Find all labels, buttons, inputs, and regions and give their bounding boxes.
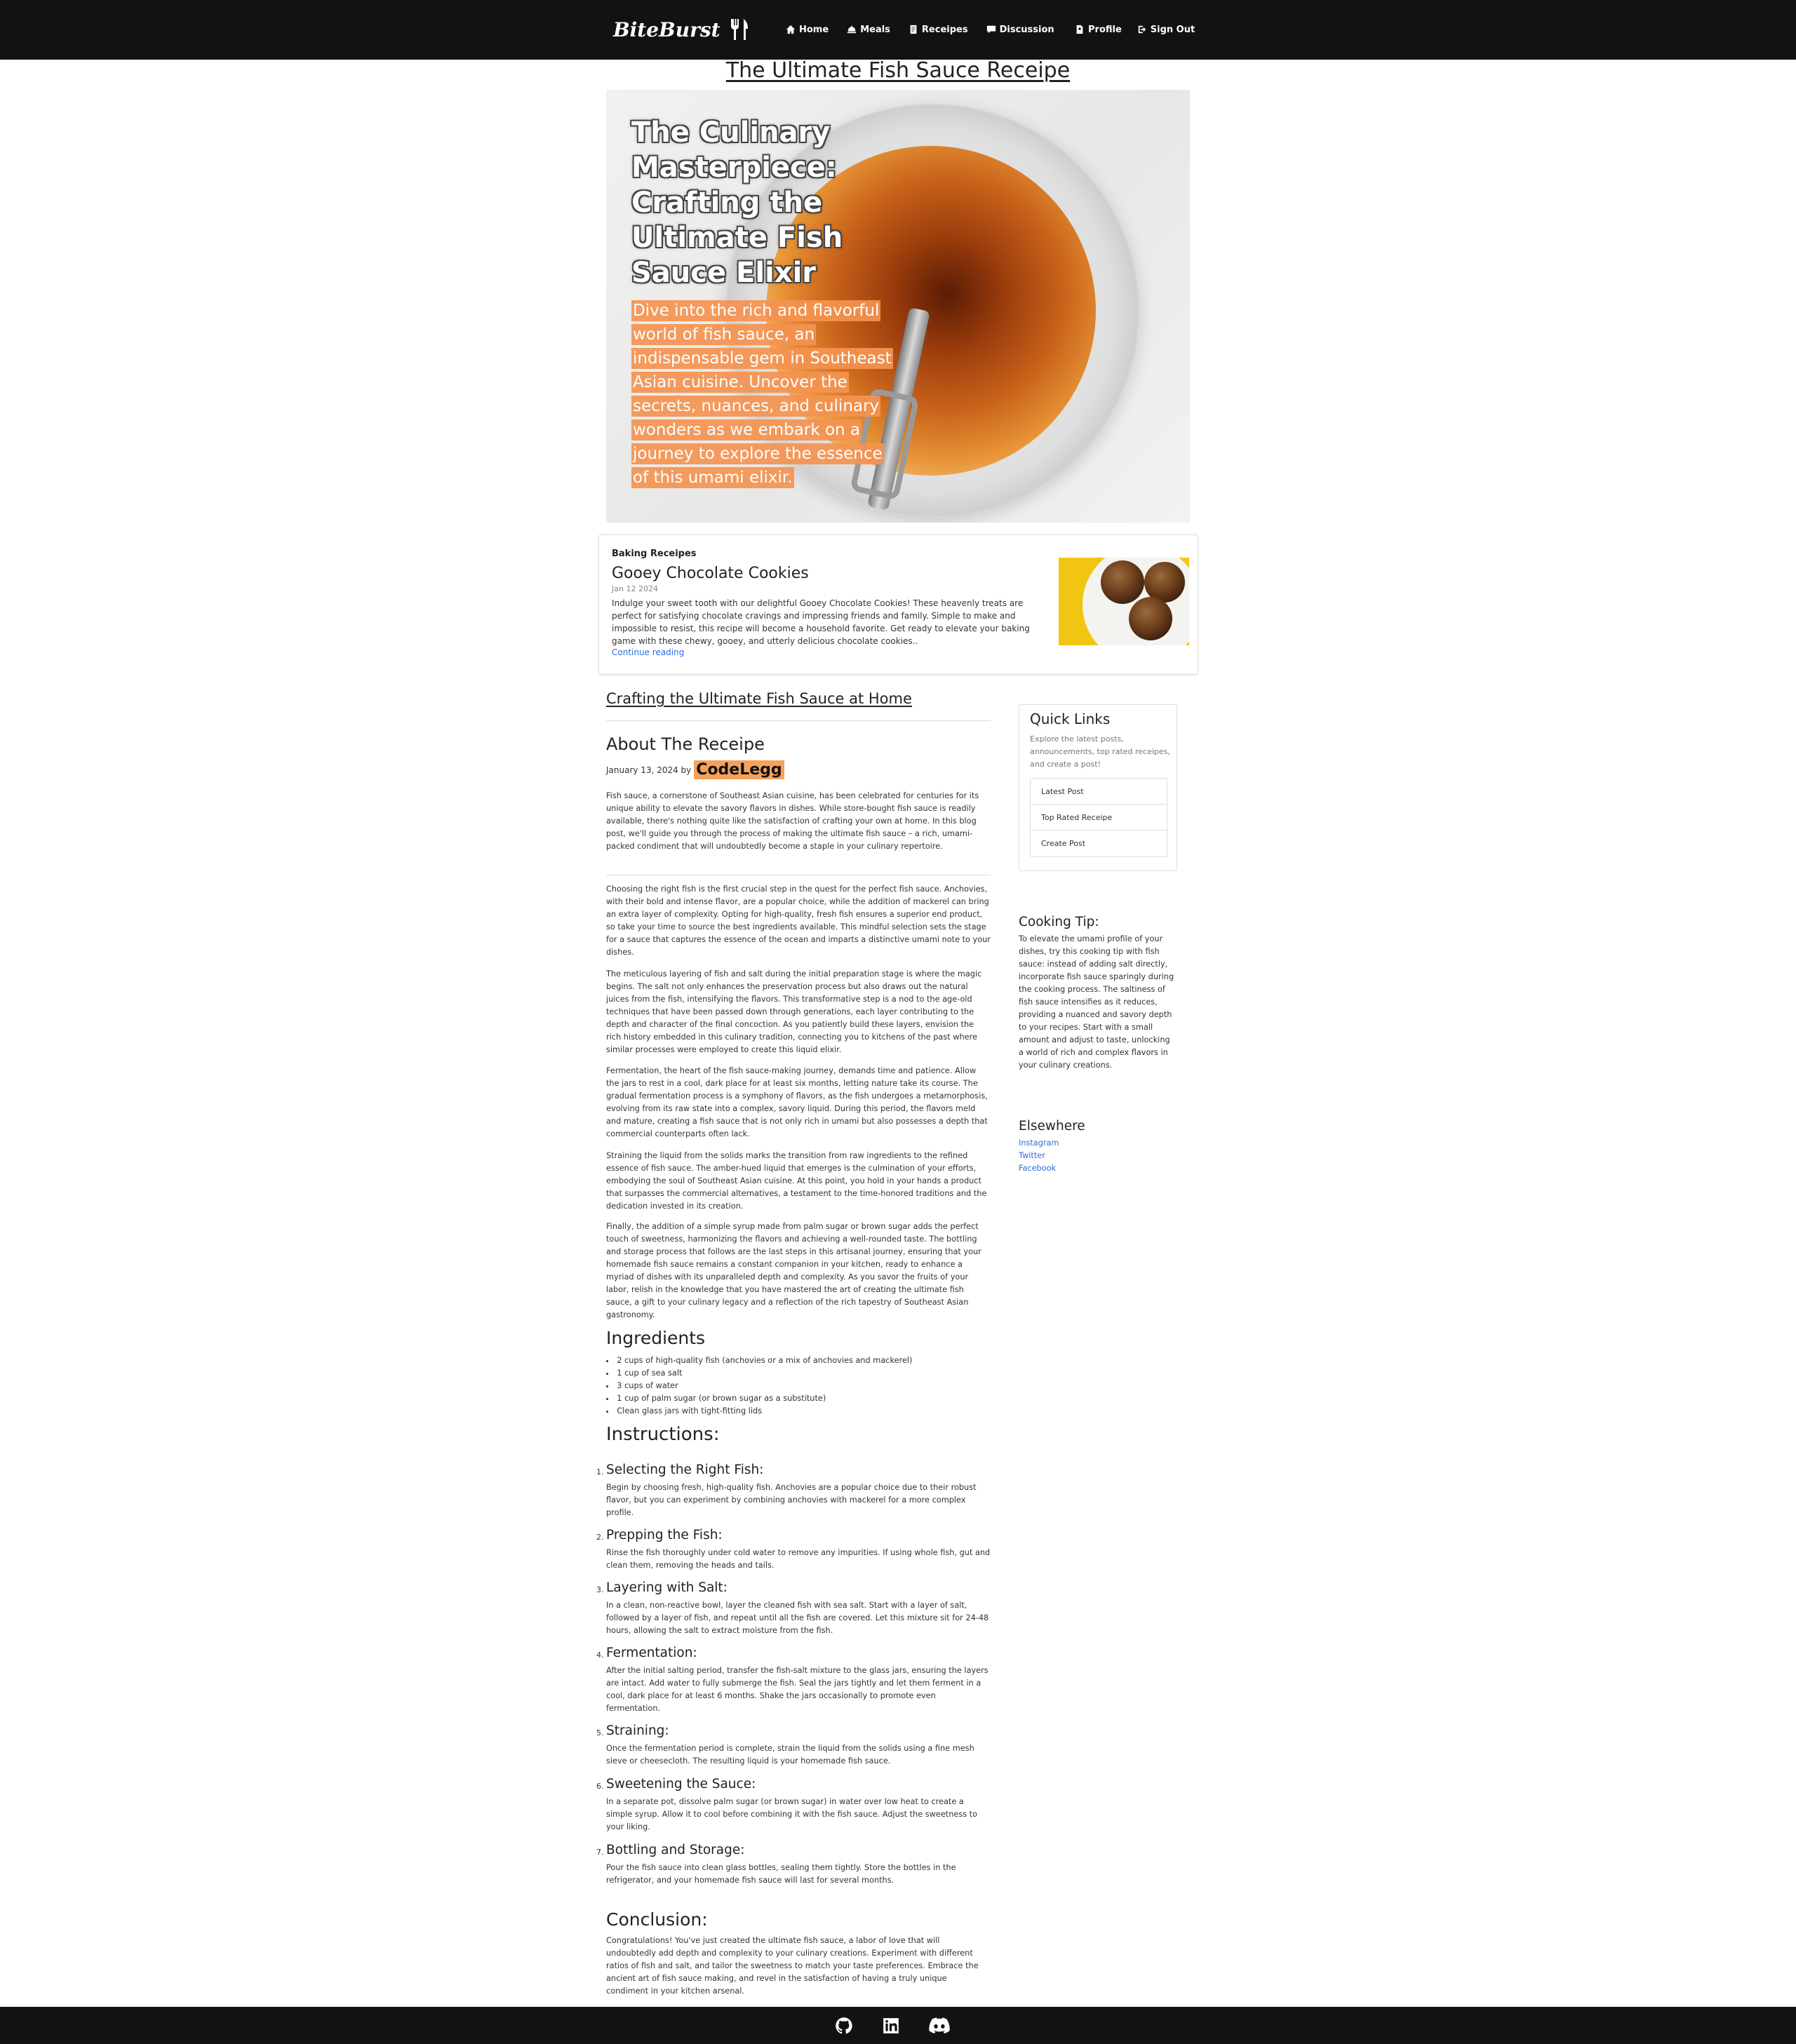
profile-icon [1076,25,1083,34]
step-title: Straining: [606,1723,669,1738]
linkedin-icon[interactable] [882,2017,900,2035]
brand-logo[interactable]: BiteBurst [613,13,750,46]
featured-excerpt: Indulge your sweet tooth with our deligh… [612,598,1030,646]
quick-links-panel: Quick Links Explore the latest posts, an… [1019,704,1177,871]
home-icon [786,25,796,34]
byline: January 13, 2024 by CodeLegg [606,760,784,779]
ingredient-item: 1 cup of sea salt [606,1367,912,1380]
step-number: 7. [596,1848,604,1857]
cooking-tip-heading: Cooking Tip: [1019,915,1099,929]
nav-discussion[interactable]: Discussion [986,21,1054,38]
quick-link-top-rated[interactable]: Top Rated Receipe [1031,805,1167,831]
page-title: The Ultimate Fish Sauce Receipe [725,58,1071,83]
about-heading: About The Receipe [606,734,765,754]
body-paragraph: Straining the liquid from the solids mar… [606,1151,987,1211]
step-text: Pour the fish sauce into clean glass bot… [606,1863,956,1885]
quick-links-description: Explore the latest posts, announcements,… [1030,734,1170,769]
instagram-link[interactable]: Instagram [1019,1138,1059,1148]
quick-links-list: Latest Post Top Rated Receipe Create Pos… [1030,778,1167,857]
intro-paragraph: Fish sauce, a cornerstone of Southeast A… [606,791,979,851]
conclusion-paragraph: Congratulations! You've just created the… [606,1936,979,1996]
featured-category: Baking Receipes [612,549,697,559]
step-title: Fermentation: [606,1646,697,1660]
step-title: Prepping the Fish: [606,1528,723,1542]
ingredient-item: Clean glass jars with tight-fitting lids [606,1405,912,1418]
nav-meals-label: Meals [860,24,890,35]
post-subtitle: Crafting the Ultimate Fish Sauce at Home [606,690,912,707]
elsewhere-heading: Elsewhere [1019,1119,1085,1134]
instructions-heading: Instructions: [606,1424,720,1445]
hero-description-text: Dive into the rich and flavorful world o… [631,300,893,488]
facebook-link[interactable]: Facebook [1019,1164,1056,1173]
ingredients-list: 2 cups of high-quality fish (anchovies o… [606,1354,912,1418]
github-icon[interactable] [835,2017,853,2035]
nav-receipes-label: Receipes [921,24,968,35]
nav-home[interactable]: Home [786,21,829,38]
discord-icon[interactable] [929,2017,950,2035]
step-title: Layering with Salt: [606,1580,728,1595]
nav-discussion-label: Discussion [999,24,1054,35]
step-text: Rinse the fish thoroughly under cold wat… [606,1548,991,1570]
quick-link-latest-post[interactable]: Latest Post [1031,779,1167,805]
meals-icon [847,25,857,34]
post-date: January 13, 2024 by [606,765,692,775]
step-text: Once the fermentation period is complete… [606,1744,974,1766]
divider [606,720,991,721]
author-name: CodeLegg [694,760,784,779]
cooking-tip-text: To elevate the umami profile of your dis… [1019,934,1174,1070]
footer [0,2007,1796,2044]
step-text: In a clean, non-reactive bowl, layer the… [606,1601,989,1635]
ingredient-item: 3 cups of water [606,1380,912,1392]
step-number: 3. [596,1585,604,1594]
step-title: Bottling and Storage: [606,1843,745,1857]
continue-reading-link[interactable]: Continue reading [612,647,684,657]
hero-title: The Culinary Masterpiece: Crafting the U… [631,116,843,289]
twitter-link[interactable]: Twitter [1019,1151,1045,1160]
ingredient-item: 1 cup of palm sugar (or brown sugar as a… [606,1392,912,1405]
sign-out-icon [1138,25,1146,34]
step-title: Selecting the Right Fish: [606,1463,764,1477]
featured-date: Jan 12 2024 [612,584,658,593]
nav-profile[interactable]: Profile [1075,21,1122,38]
step-text: Begin by choosing fresh, high-quality fi… [606,1483,977,1517]
featured-post-card: Baking Receipes Gooey Chocolate Cookies … [598,534,1198,675]
step-number: 2. [596,1533,604,1542]
discussion-icon [986,25,996,34]
receipes-icon [910,25,917,34]
body-paragraph: Finally, the addition of a simple syrup … [606,1222,981,1319]
brand-name: BiteBurst [613,18,721,41]
nav-sign-out[interactable]: Sign Out [1137,21,1195,38]
step-number: 6. [596,1782,604,1791]
body-paragraph: Choosing the right fish is the first cru… [606,885,991,957]
conclusion-heading: Conclusion: [606,1909,708,1930]
nav-home-label: Home [799,24,829,35]
navbar: BiteBurst Home Meals Receipes Discussion… [0,0,1796,60]
step-title: Sweetening the Sauce: [606,1777,756,1791]
step-number: 1. [596,1467,604,1477]
ingredient-item: 2 cups of high-quality fish (anchovies o… [606,1354,912,1367]
body-paragraph: The meticulous layering of fish and salt… [606,969,982,1054]
hero-banner: The Culinary Masterpiece: Crafting the U… [606,90,1190,523]
cookie-shape [1101,560,1144,604]
hero-description: Dive into the rich and flavorful world o… [631,299,898,490]
step-text: In a separate pot, dissolve palm sugar (… [606,1797,978,1831]
nav-sign-out-label: Sign Out [1150,24,1195,35]
quick-links-title: Quick Links [1030,711,1111,727]
quick-link-create-post[interactable]: Create Post [1031,831,1167,856]
body-paragraph: Fermentation, the heart of the fish sauc… [606,1066,988,1138]
step-number: 5. [596,1728,604,1737]
featured-title: Gooey Chocolate Cookies [612,565,809,582]
cookies-image [1059,558,1189,645]
nav-receipes[interactable]: Receipes [909,21,968,38]
step-text: After the initial salting period, transf… [606,1666,989,1713]
nav-profile-label: Profile [1088,24,1122,35]
cookie-shape [1129,597,1172,640]
fork-knife-icon [730,19,748,40]
ingredients-heading: Ingredients [606,1328,706,1348]
step-number: 4. [596,1650,604,1660]
nav-meals[interactable]: Meals [847,21,890,38]
